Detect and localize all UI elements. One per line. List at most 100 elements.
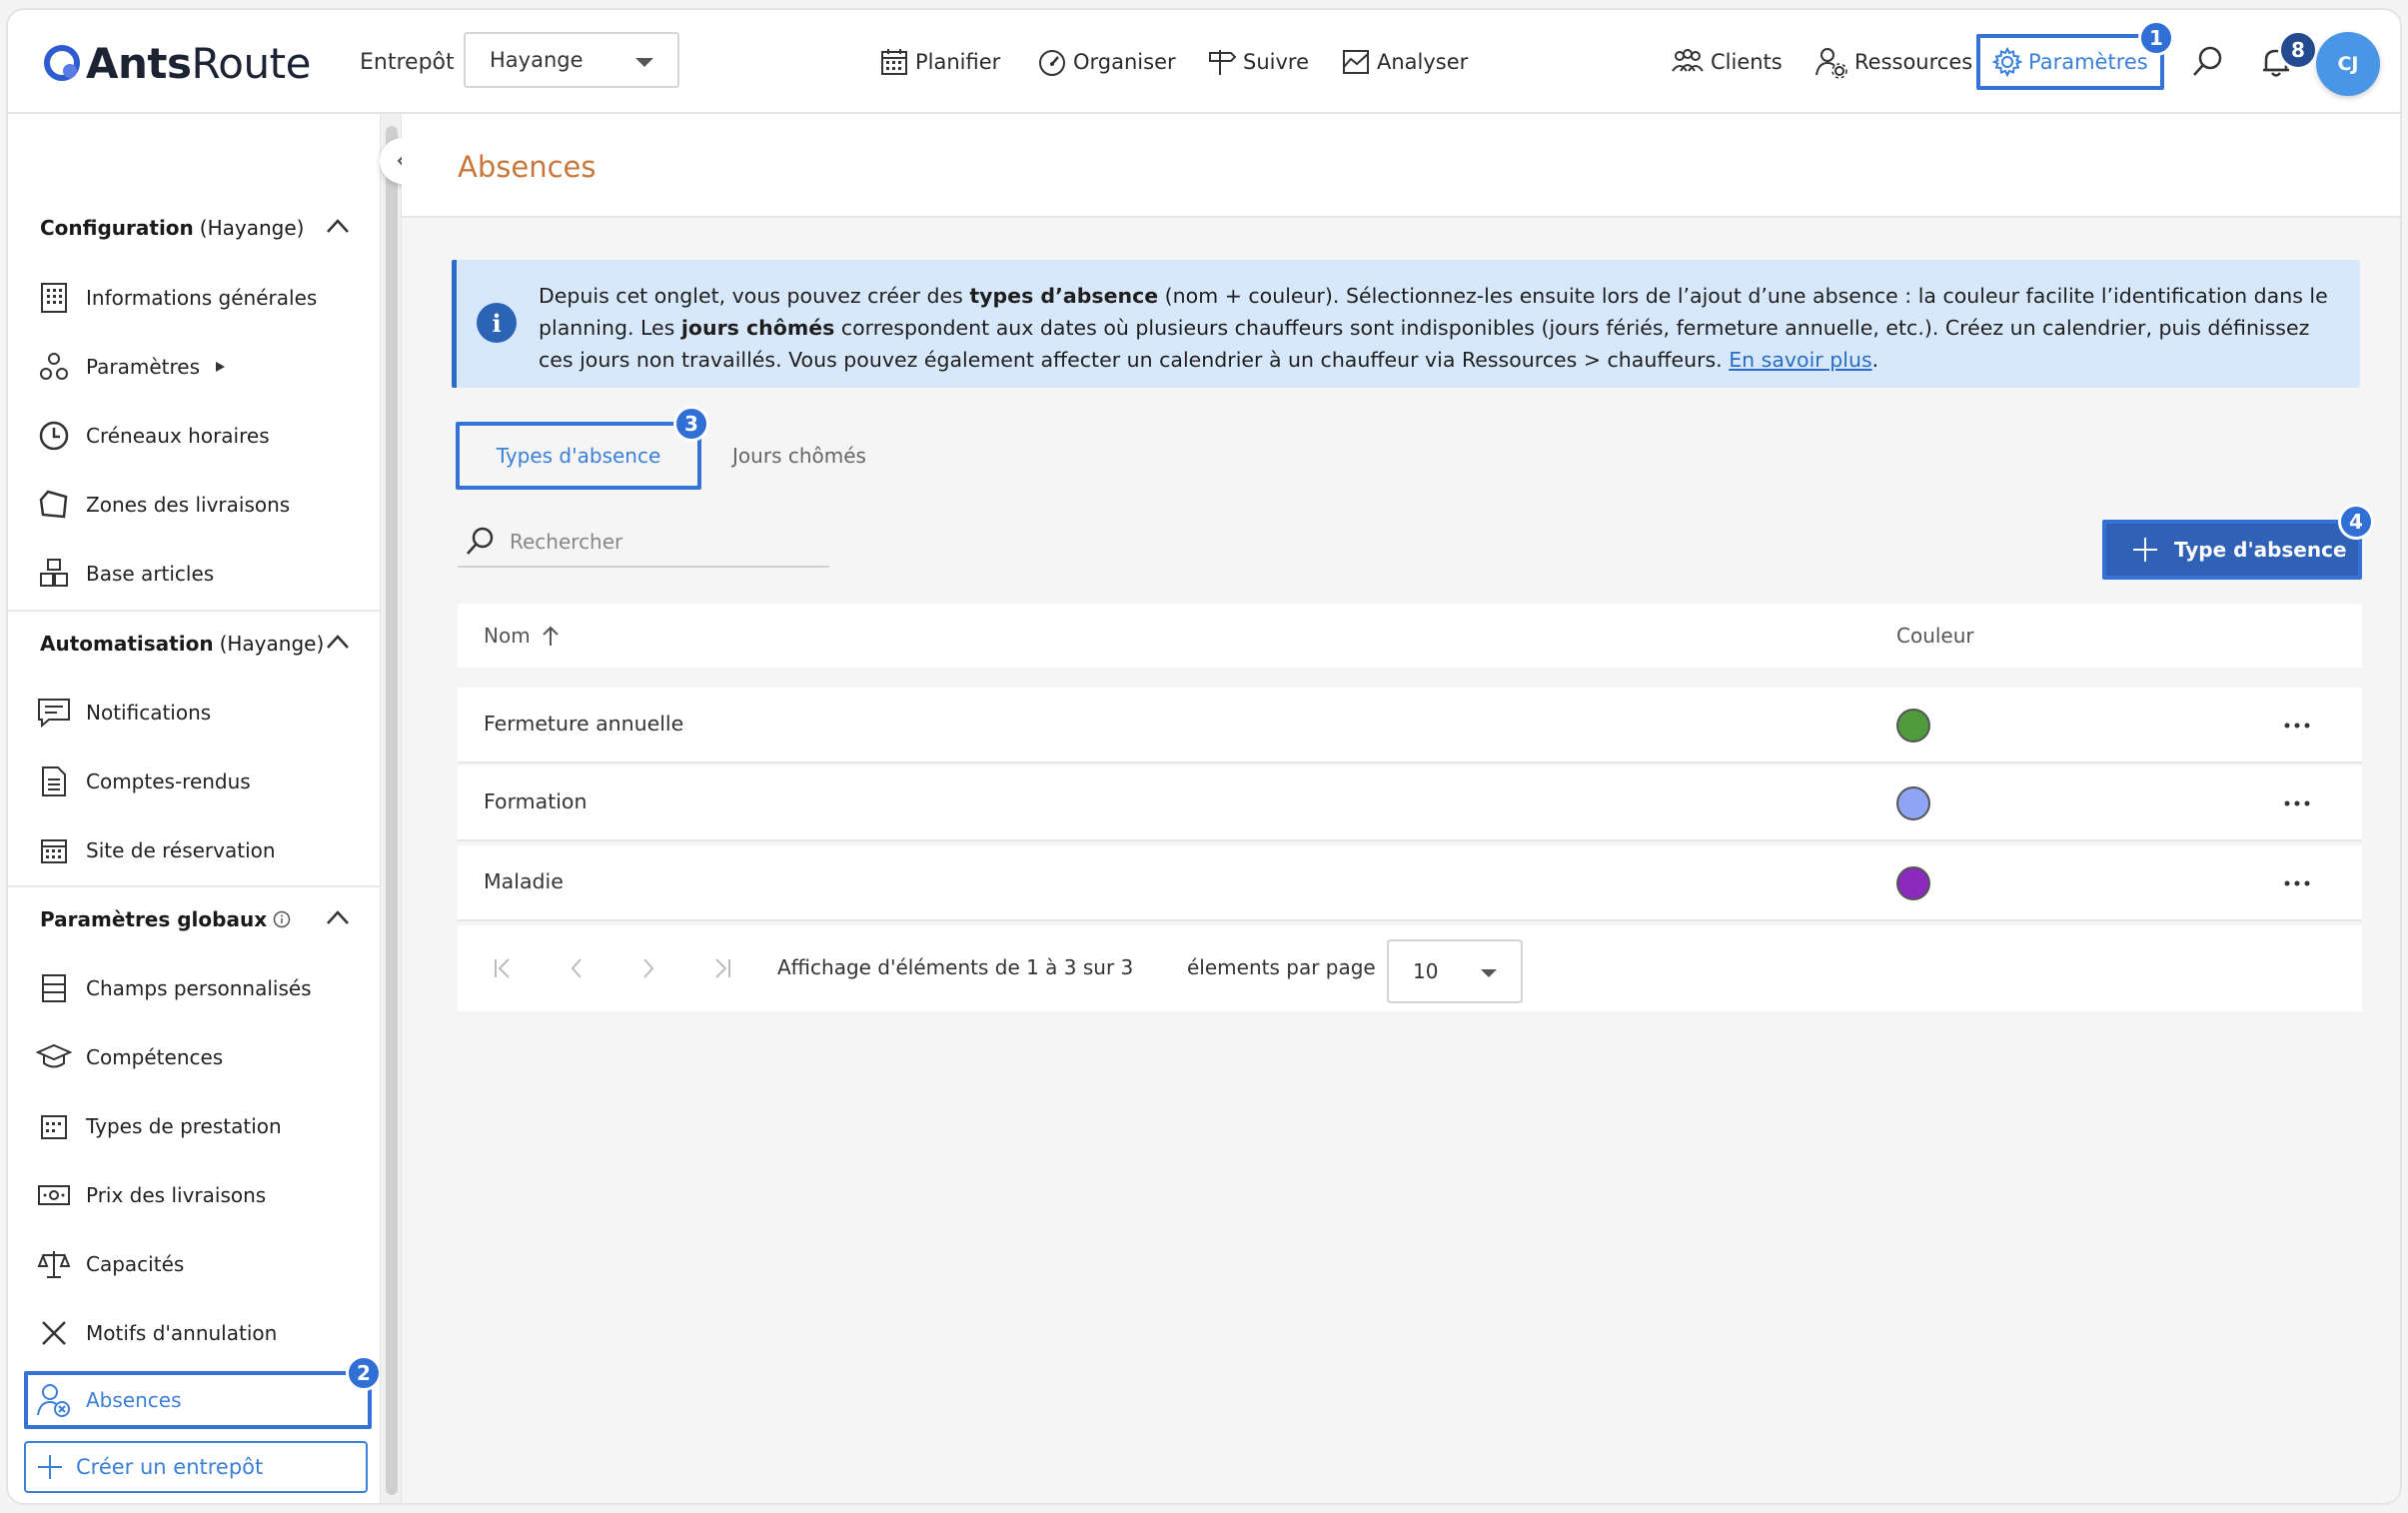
step-badge-4: 4 (2338, 504, 2374, 540)
learn-more-link[interactable]: En savoir plus (1729, 348, 1871, 372)
sidebar-item-label: Absences (86, 1388, 182, 1412)
sidebar-item-label: Créneaux horaires (86, 424, 270, 448)
nav-suivre[interactable]: Suivre (1207, 10, 1309, 114)
nav-organiser[interactable]: Organiser (1037, 10, 1176, 114)
calendar-grid-icon (41, 1115, 67, 1139)
gear-icon (1992, 47, 2022, 77)
row-name: Formation (484, 789, 588, 813)
tab-jours-chomes[interactable]: Jours chômés (719, 422, 879, 490)
last-page-icon (715, 958, 730, 978)
search-icon (467, 527, 494, 555)
caret-right-icon (216, 362, 226, 372)
chevron-up-icon (327, 635, 349, 649)
scale-icon (37, 1251, 71, 1278)
nav-parametres[interactable]: Paramètres (1976, 34, 2164, 90)
nav-ressources-label: Ressources (1854, 50, 1973, 74)
search-icon (2193, 46, 2222, 76)
sidebar-item-notifications[interactable]: Notifications (8, 683, 380, 743)
sidebar-item-types-prestation[interactable]: Types de prestation (8, 1096, 380, 1156)
section-parametres-globaux[interactable]: Paramètres globaux (8, 889, 380, 949)
sidebar-item-absences[interactable]: Absences (24, 1371, 372, 1429)
sidebar-item-label: Comptes-rendus (86, 769, 251, 793)
top-bar: AntsRoute Entrepôt Hayange Planifier Org… (8, 10, 2400, 114)
first-page-icon (495, 958, 510, 978)
sidebar-item-capacites[interactable]: Capacités (8, 1234, 380, 1294)
sidebar-item-label: Site de réservation (86, 838, 276, 862)
nav-analyser-label: Analyser (1377, 50, 1469, 74)
sidebar-item-competences[interactable]: Compétences (8, 1027, 380, 1087)
nav-clients[interactable]: Clients (1671, 10, 1783, 114)
sidebar-item-prix[interactable]: Prix des livraisons (8, 1165, 380, 1225)
page-title: Absences (458, 150, 597, 184)
more-actions-icon[interactable] (2282, 716, 2312, 736)
table-row[interactable]: Fermeture annuelle (458, 688, 2362, 763)
document-icon (42, 766, 66, 796)
nav-analyser[interactable]: Analyser (1341, 10, 1468, 114)
pagination: Affichage d'éléments de 1 à 3 sur 3 élem… (458, 925, 2362, 1011)
signpost-icon (1209, 50, 1237, 75)
sidebar-item-label: Paramètres (86, 355, 201, 379)
sidebar-item-label: Champs personnalisés (86, 976, 312, 1000)
sidebar-item-base-articles[interactable]: Base articles (8, 544, 380, 604)
clock-icon (39, 421, 69, 451)
nav-organiser-label: Organiser (1073, 50, 1176, 74)
nav-ressources[interactable]: Ressources (1814, 10, 1972, 114)
info-text: Depuis cet onglet, vous pouvez créer des… (539, 284, 2328, 372)
sidebar-item-label: Capacités (86, 1252, 185, 1276)
col-nom[interactable]: Nom (484, 624, 561, 648)
per-page-label: élements par page (1187, 955, 1376, 979)
sidebar-item-motifs[interactable]: Motifs d'annulation (8, 1303, 380, 1363)
chart-icon (1343, 50, 1369, 74)
avatar[interactable]: CJ (2316, 32, 2380, 96)
more-actions-icon[interactable] (2282, 873, 2312, 893)
search-button[interactable] (2190, 10, 2224, 114)
chevron-up-icon (327, 910, 349, 924)
nodes-icon (40, 353, 68, 380)
table-row[interactable]: Formation (458, 765, 2362, 841)
search-field[interactable] (458, 518, 829, 568)
logo-text: AntsRoute (86, 38, 311, 88)
user-gear-icon (1815, 48, 1847, 79)
more-actions-icon[interactable] (2282, 793, 2312, 813)
sidebar-item-informations[interactable]: Informations générales (8, 268, 380, 328)
row-name: Maladie (484, 869, 564, 893)
sidebar-scrollbar-thumb[interactable] (386, 126, 398, 1495)
chevron-down-icon (635, 58, 653, 67)
nav-planifier-label: Planifier (915, 50, 1001, 74)
prev-page-button[interactable] (564, 955, 590, 981)
step-badge-2: 2 (346, 1355, 382, 1391)
search-input[interactable] (510, 530, 809, 554)
graduation-cap-icon (36, 1043, 72, 1068)
sort-arrow-up-icon (542, 626, 559, 646)
sidebar-item-champs[interactable]: Champs personnalisés (8, 958, 380, 1018)
nav-planifier[interactable]: Planifier (879, 10, 1000, 114)
add-type-absence-label: Type d'absence (2174, 538, 2347, 562)
entrepot-select[interactable]: Hayange (464, 32, 679, 88)
per-page-select[interactable]: 10 (1387, 939, 1523, 1003)
logo[interactable]: AntsRoute (42, 36, 311, 90)
close-icon (42, 1321, 66, 1345)
sidebar-item-label: Informations générales (86, 286, 318, 310)
sidebar-item-parametres[interactable]: Paramètres (8, 337, 380, 397)
col-couleur[interactable]: Couleur (1896, 624, 1974, 648)
table-row[interactable]: Maladie (458, 845, 2362, 921)
tab-types-absence[interactable]: Types d'absence (456, 422, 701, 490)
entrepot-label: Entrepôt (360, 50, 455, 75)
sidebar-item-creneaux[interactable]: Créneaux horaires (8, 406, 380, 466)
sidebar-item-zones[interactable]: Zones des livraisons (8, 475, 380, 535)
row-name: Fermeture annuelle (484, 712, 684, 736)
sidebar-item-comptes-rendus[interactable]: Comptes-rendus (8, 752, 380, 811)
first-page-button[interactable] (492, 955, 518, 981)
sidebar-item-site-reservation[interactable]: Site de réservation (8, 820, 380, 880)
last-page-button[interactable] (707, 955, 733, 981)
section-automatisation[interactable]: Automatisation (Hayange) (8, 614, 380, 674)
page-header: Absences (402, 114, 2400, 218)
section-configuration[interactable]: Configuration (Hayange) (8, 198, 380, 258)
add-type-absence-button[interactable]: Type d'absence (2102, 520, 2362, 580)
notifications-count-badge: 8 (2278, 30, 2318, 70)
pager-info: Affichage d'éléments de 1 à 3 sur 3 (777, 955, 1134, 979)
polygon-zone-icon (39, 490, 68, 519)
create-entrepot-button[interactable]: Créer un entrepôt (24, 1441, 368, 1493)
calendar-icon (41, 839, 67, 863)
next-page-button[interactable] (635, 955, 661, 981)
